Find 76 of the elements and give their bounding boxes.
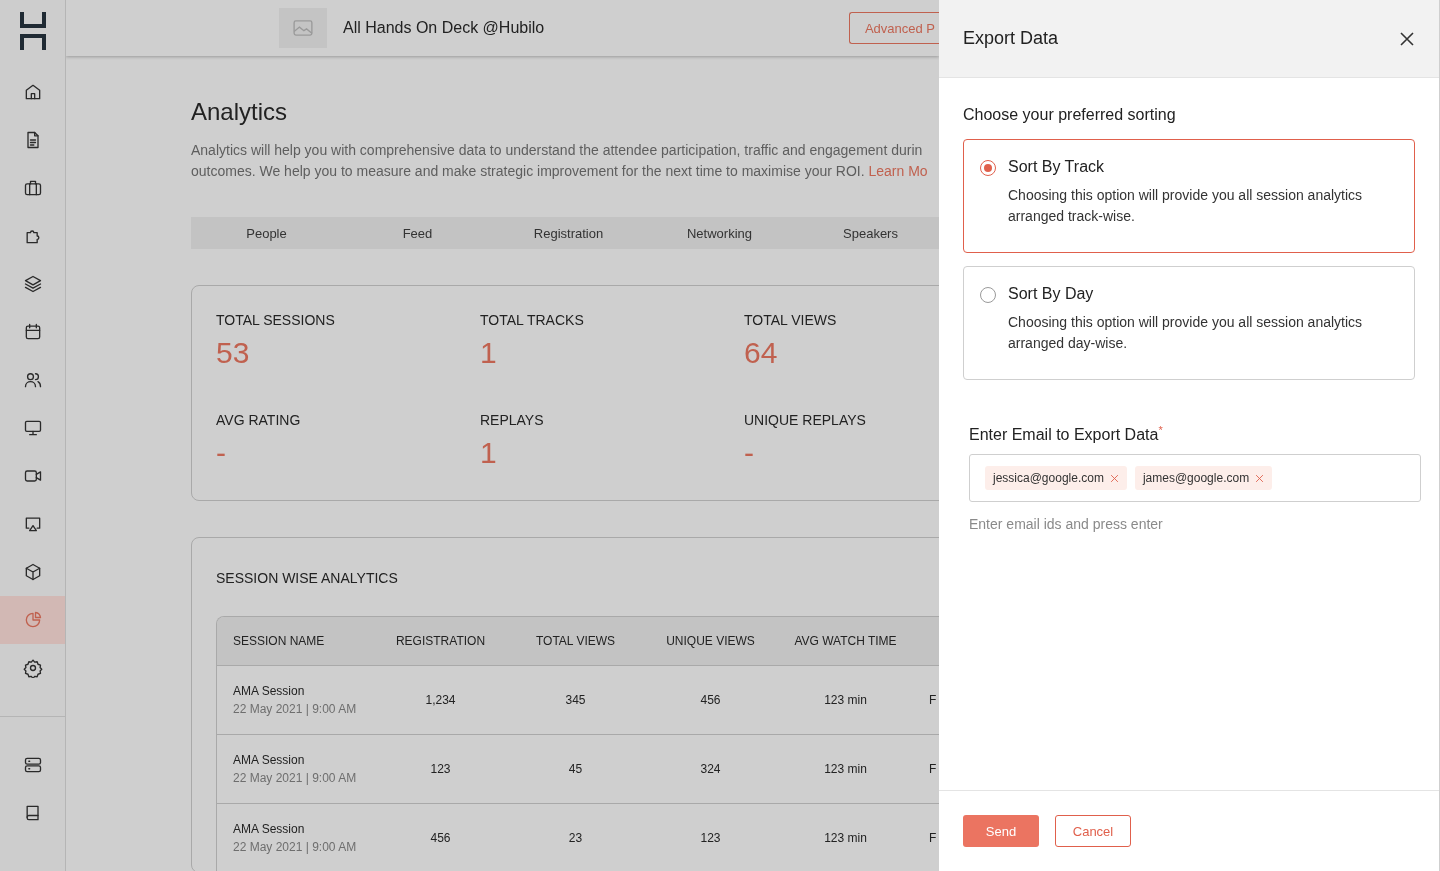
table-cell-text: 123 min (823, 831, 868, 845)
cancel-button[interactable]: Cancel (1055, 815, 1131, 847)
close-icon (1109, 473, 1119, 483)
table-cell-text: 456 (429, 831, 452, 845)
stat-label: TOTAL SESSIONS (216, 312, 336, 328)
stat-label: REPLAYS (480, 412, 545, 428)
stat-value: - (744, 436, 755, 470)
description-text: Analytics will help you with comprehensive data to understand the attendee participation, traffic and engagement durin (191, 141, 924, 160)
users-icon (22, 370, 43, 390)
table-cell-text: 1,234 (424, 693, 457, 707)
column-header: REGISTRATION (394, 634, 487, 648)
panel-title: Export Data (963, 28, 1059, 49)
table-cell-text: 456 (699, 693, 722, 707)
stat-value: - (216, 436, 227, 470)
session-date: 22 May 2021 | 9:00 AM (233, 771, 358, 785)
image-icon (293, 20, 313, 36)
table-cell: F (929, 762, 937, 776)
tab[interactable]: People (191, 217, 342, 249)
table-cell-text: 123 min (823, 693, 868, 707)
stat-value: 53 (216, 336, 251, 370)
section-title: SESSION WISE ANALYTICS (216, 570, 399, 586)
stat-label: UNIQUE REPLAYS (744, 412, 867, 428)
tab[interactable]: Registration (493, 217, 644, 249)
table-cell-text: 23 (567, 831, 584, 845)
tab[interactable]: Networking (644, 217, 795, 249)
stat-value: 64 (744, 336, 779, 370)
table-cell: F (929, 693, 937, 707)
monitor-icon (22, 418, 43, 438)
stat-label: TOTAL TRACKS (480, 312, 585, 328)
stat-value: 1 (480, 436, 498, 470)
close-icon (1399, 30, 1415, 47)
option-title: Sort By Track (1008, 158, 1106, 177)
sorting-label: Choose your preferred sorting (963, 106, 1177, 124)
stat-label: AVG RATING (216, 412, 302, 428)
remove-tag-button[interactable] (1109, 473, 1119, 483)
email-text: james@google.com (1142, 471, 1250, 486)
column-header: UNIQUE VIEWS (665, 634, 756, 648)
email-input-field[interactable]: jessica@google.com james@google.com (969, 454, 1421, 503)
column-header: AVG WATCH TIME (793, 634, 898, 648)
table-cell-text: 324 (699, 762, 722, 776)
column-header: TOTAL VIEWS (534, 634, 617, 648)
remove-tag-button[interactable] (1255, 473, 1265, 483)
stat-label: TOTAL VIEWS (744, 312, 838, 328)
table-cell-text: 123 min (823, 762, 868, 776)
table-cell-text: 123 (429, 762, 452, 776)
email-text: jessica@google.com (993, 471, 1104, 486)
tab[interactable]: Feed (342, 217, 493, 249)
option-title: Sort By Day (1008, 285, 1095, 304)
layers-icon (22, 274, 43, 294)
sort-option-card[interactable]: Sort By Day Choosing this option will provide you all session analytics arranged day-wise. (963, 266, 1415, 380)
session-date: 22 May 2021 | 9:00 AM (233, 840, 358, 854)
stat-value: 1 (480, 336, 498, 370)
description-text: outcomes. We help you to measure and make strategic improvement for the next time to maximise your ROI. Learn Mo (191, 162, 929, 181)
settings-icon (22, 658, 43, 678)
email-label: Enter Email to Export Data$^{*}$ (969, 424, 1164, 445)
option-description: Choosing this option will provide you all session analytics arranged track-wise. (1008, 186, 1364, 226)
table-cell: F (929, 831, 937, 845)
table-cell-text: 45 (567, 762, 584, 776)
tab[interactable]: Speakers (795, 217, 939, 249)
session-date: 22 May 2021 | 9:00 AM (233, 702, 358, 716)
session-name: AMA Session (233, 753, 306, 767)
email-hint: Enter email ids and press enter (969, 516, 1164, 533)
session-name: AMA Session (233, 822, 306, 836)
table-cell-text: 123 (699, 831, 722, 845)
sort-option-card[interactable]: Sort By Track Choosing this option will provide you all session analytics arranged track-wise. (963, 139, 1415, 253)
close-button[interactable] (1399, 30, 1415, 47)
close-icon (1255, 473, 1265, 483)
briefcase-icon (22, 178, 43, 198)
session-name: AMA Session (233, 684, 306, 698)
event-title: All Hands On Deck @Hubilo (343, 19, 546, 37)
column-header: SESSION NAME (232, 634, 326, 648)
option-description: Choosing this option will provide you all session analytics arranged day-wise. (1008, 313, 1364, 353)
page-title: Analytics (191, 98, 289, 126)
server-icon (22, 755, 43, 775)
table-cell-text: 345 (564, 693, 587, 707)
logo-icon (19, 12, 46, 50)
